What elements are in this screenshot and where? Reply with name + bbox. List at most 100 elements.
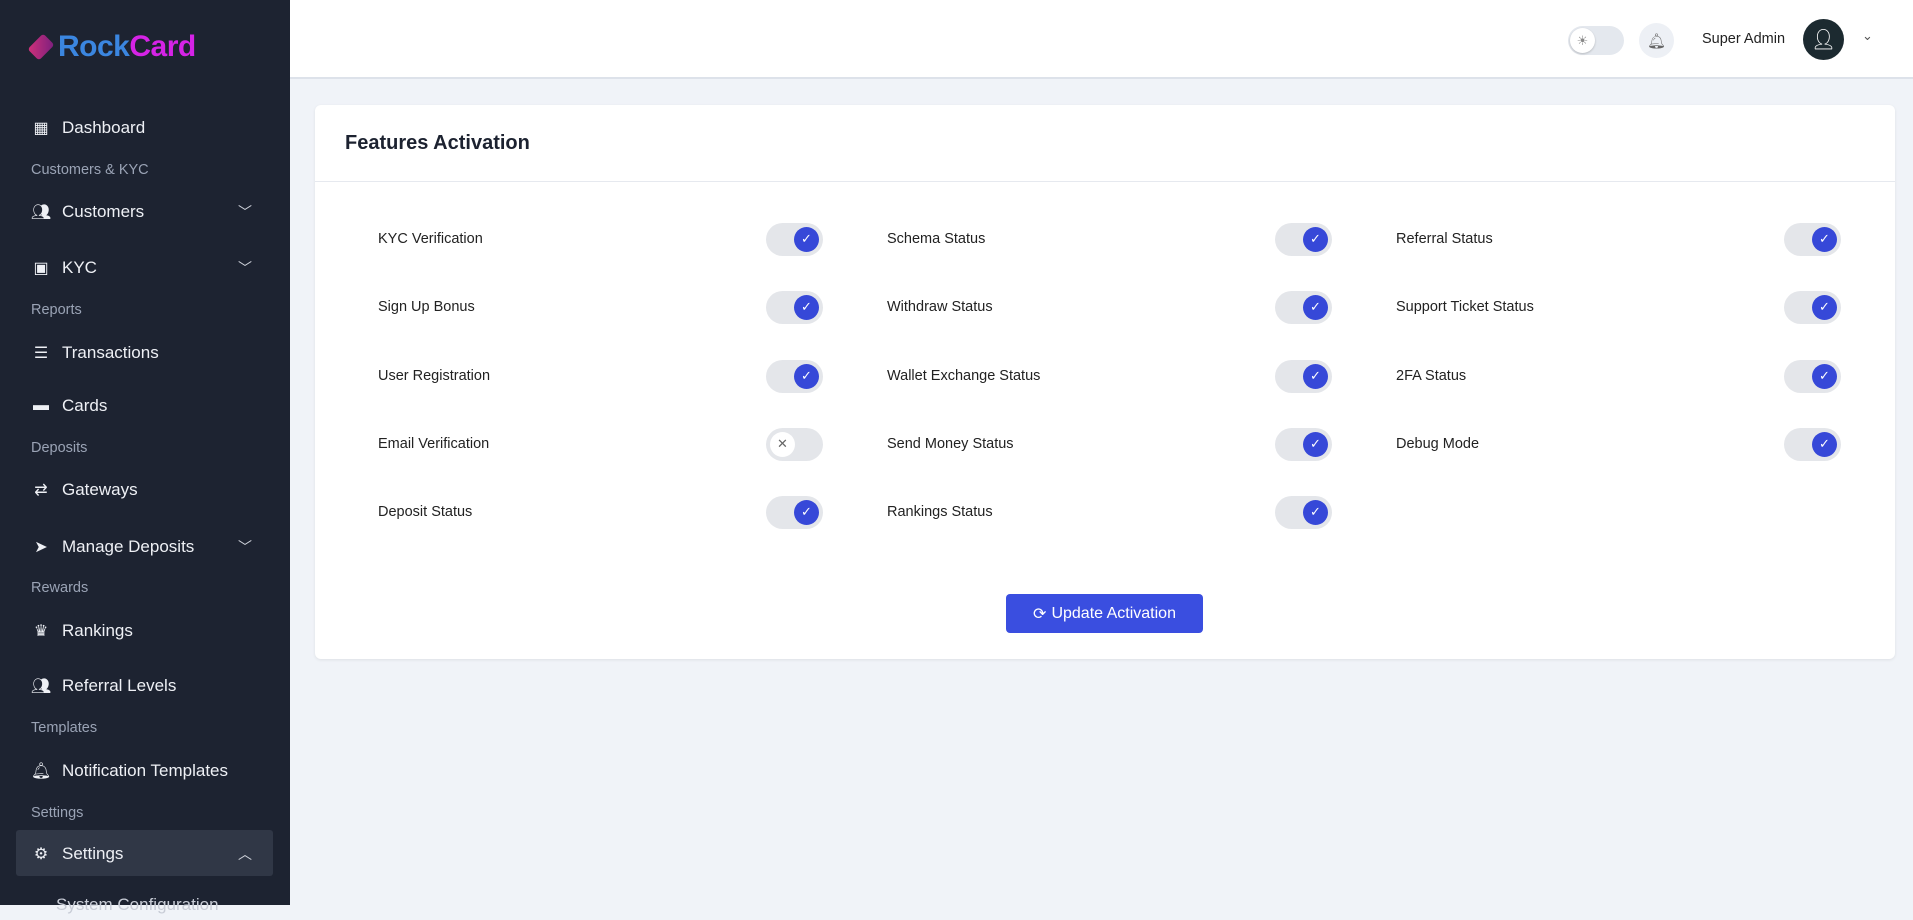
users-icon: 👥︎ <box>30 678 52 695</box>
sidebar-item-label: Cards <box>62 396 108 415</box>
check-icon: ✓ <box>1303 431 1328 457</box>
avatar[interactable]: 👤︎ <box>1803 19 1844 60</box>
feature-row: Withdraw Status ✓ <box>887 287 1333 327</box>
sidebar-item-label: Rankings <box>62 621 133 640</box>
feature-toggle[interactable]: ✓ <box>1784 222 1841 256</box>
check-icon: ✓ <box>1303 499 1328 525</box>
feature-label: Sign Up Bonus <box>378 299 475 315</box>
sidebar-item-label: KYC <box>62 258 97 277</box>
user-menu-chevron-icon[interactable]: ⌄ <box>1862 28 1873 44</box>
sidebar-item-label: Customers <box>62 202 145 221</box>
send-icon: ➤ <box>34 539 48 556</box>
grid-icon: ▦ <box>33 120 49 137</box>
sidebar-item-system-configuration[interactable]: System Configuration <box>56 890 286 920</box>
sidebar-item-notification-templates[interactable]: 🔔︎ Notification Templates <box>30 756 260 786</box>
sidebar-item-label: Notification Templates <box>62 761 228 780</box>
feature-toggle[interactable]: ✓ <box>1784 290 1841 324</box>
sidebar-item-customers[interactable]: 👥︎ Customers ﹀ <box>30 197 260 227</box>
feature-row: Send Money Status ✓ <box>887 424 1333 464</box>
feature-toggle[interactable]: ✓ <box>1275 222 1332 256</box>
feature-label: Debug Mode <box>1396 436 1480 452</box>
features-activation-panel: Features Activation KYC Verification ✓ Sig… <box>315 105 1895 659</box>
brand-part1: Rock <box>58 30 130 63</box>
chevron-down-icon: ﹀ <box>238 204 252 220</box>
sidebar-item-label: Dashboard <box>62 118 146 137</box>
logo[interactable]: RockCard <box>27 30 196 64</box>
check-icon: ✓ <box>1303 363 1328 389</box>
check-icon: ✓ <box>1812 226 1837 252</box>
feature-toggle[interactable]: ✓ <box>1275 427 1332 461</box>
sidebar-item-label: Settings <box>62 844 124 863</box>
sidebar-item-cards[interactable]: ▬ Cards <box>30 391 260 421</box>
brand-part2: Card <box>129 30 196 63</box>
gear-icon: ⚙ <box>33 846 49 863</box>
sidebar-item-label: Manage Deposits <box>62 537 195 556</box>
feature-toggle[interactable]: ✓ <box>1784 359 1841 393</box>
feature-label: Email Verification <box>378 436 490 452</box>
sidebar-section-reports: Reports <box>31 302 82 318</box>
feature-toggle[interactable]: ✓ <box>1275 359 1332 393</box>
feature-label: Schema Status <box>887 231 986 247</box>
feature-row: User Registration ✓ <box>378 356 824 396</box>
users-icon: 👥︎ <box>30 204 52 221</box>
notification-button[interactable]: 🔔︎ <box>1639 23 1674 58</box>
chevron-down-icon: ﹀ <box>238 260 252 276</box>
sidebar-item-label: Transactions <box>62 343 159 362</box>
check-icon: ✓ <box>794 363 819 389</box>
sidebar-item-transactions[interactable]: ☰ Transactions <box>30 338 260 368</box>
feature-row: 2FA Status ✓ <box>1396 356 1842 396</box>
check-icon: ✓ <box>1812 294 1837 320</box>
feature-toggle[interactable]: ✓ <box>1275 290 1332 324</box>
sidebar-item-settings[interactable]: ⚙ Settings ︿ <box>30 839 260 869</box>
feature-label: KYC Verification <box>378 231 483 247</box>
feature-toggle[interactable]: ✓ <box>766 359 823 393</box>
sidebar-section-customers-kyc: Customers & KYC <box>31 162 149 178</box>
feature-toggle[interactable]: ✓ <box>1275 495 1332 529</box>
feature-label: Withdraw Status <box>887 299 993 315</box>
check-icon: ✓ <box>794 294 819 320</box>
feature-row: Rankings Status ✓ <box>887 492 1333 532</box>
feature-label: Send Money Status <box>887 436 1014 452</box>
sidebar-section-deposits: Deposits <box>31 440 88 456</box>
feature-toggle[interactable]: ✓ <box>766 495 823 529</box>
sidebar-section-templates: Templates <box>31 720 98 736</box>
list-icon: ☰ <box>33 345 49 362</box>
feature-toggle[interactable]: ✓ <box>766 222 823 256</box>
sidebar-item-label: System Configuration <box>56 895 219 914</box>
check-icon: ✓ <box>794 499 819 525</box>
feature-toggle[interactable]: ✕ <box>766 427 823 461</box>
feature-toggle[interactable]: ✓ <box>1784 427 1841 461</box>
chevron-down-icon: ﹀ <box>238 539 252 555</box>
feature-label: 2FA Status <box>1396 368 1467 384</box>
bell-icon: 🔔︎ <box>1646 32 1667 50</box>
feature-toggle[interactable]: ✓ <box>766 290 823 324</box>
sidebar-item-referral-levels[interactable]: 👥︎ Referral Levels <box>30 671 260 701</box>
sidebar-item-kyc[interactable]: ▣ KYC ﹀ <box>30 253 260 283</box>
user-name[interactable]: Super Admin <box>1702 31 1785 47</box>
user-icon: 👤︎ <box>1810 29 1837 51</box>
feature-label: Rankings Status <box>887 504 993 520</box>
sidebar: RockCard ▦ Dashboard Customers & KYC 👥︎ Cust… <box>0 0 290 914</box>
page-title: Features Activation <box>345 131 530 154</box>
sidebar-item-manage-deposits[interactable]: ➤ Manage Deposits ﹀ <box>30 532 260 562</box>
sidebar-item-dashboard[interactable]: ▦ Dashboard <box>30 113 260 143</box>
sidebar-item-gateways[interactable]: ⇄ Gateways <box>30 475 260 505</box>
bell-icon: 🔔︎ <box>30 763 52 780</box>
feature-row: KYC Verification ✓ <box>378 219 824 259</box>
feature-row: Support Ticket Status ✓ <box>1396 287 1842 327</box>
crown-icon: ♛ <box>33 623 49 640</box>
sidebar-item-label: Gateways <box>62 480 138 499</box>
feature-label: Referral Status <box>1396 231 1493 247</box>
feature-label: Wallet Exchange Status <box>887 368 1041 384</box>
sidebar-item-rankings[interactable]: ♛ Rankings <box>30 616 260 646</box>
sun-icon: ☀ <box>1570 28 1595 53</box>
check-icon: ✓ <box>1812 363 1837 389</box>
refresh-icon: ⟳ <box>1033 605 1047 623</box>
update-activation-button[interactable]: ⟳ Update Activation <box>1006 594 1203 633</box>
close-icon: ✕ <box>770 431 795 457</box>
feature-row: Sign Up Bonus ✓ <box>378 287 824 327</box>
theme-toggle[interactable]: ☀ <box>1568 26 1624 55</box>
sidebar-section-rewards: Rewards <box>31 580 89 596</box>
card-logo-icon <box>27 33 55 61</box>
exchange-icon: ⇄ <box>34 482 48 499</box>
